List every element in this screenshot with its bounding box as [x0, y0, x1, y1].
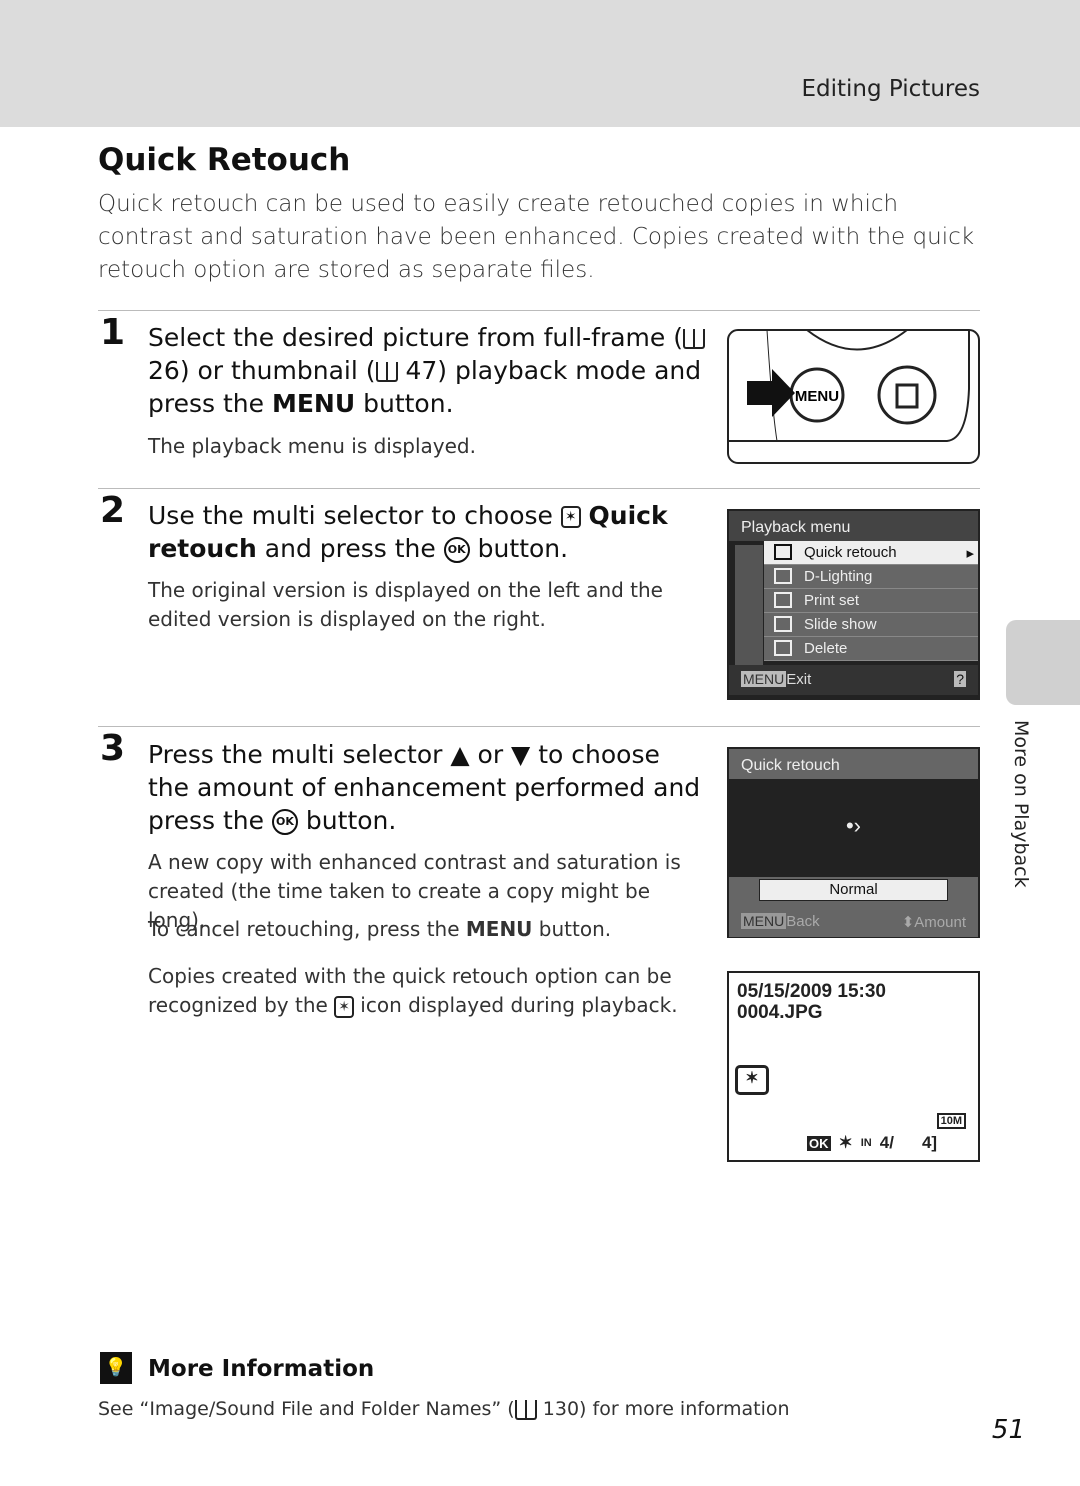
menu-item-d-lighting[interactable]: D-Lighting [764, 565, 978, 589]
menu-item-print-set[interactable]: Print set [764, 589, 978, 613]
file-name: 0004.JPG [737, 1002, 823, 1023]
quick-retouch-icon: ✶ [334, 995, 354, 1018]
d-lighting-icon [774, 568, 792, 584]
divider [98, 726, 980, 727]
camera-buttons-illustration: MENU [727, 329, 980, 464]
step-1-text: Select the desired picture from full-fra… [148, 321, 708, 420]
menu-key-icon: MENU [741, 671, 787, 687]
step-2-note: The original version is displayed on the… [148, 578, 663, 631]
quick-retouch-icon: ✶ [838, 1133, 853, 1152]
image-size-icon: 10M [936, 1113, 966, 1129]
step-number: 3 [100, 728, 126, 769]
book-icon [375, 362, 398, 382]
page-header: Editing Pictures [0, 0, 1080, 127]
menu-button-label: MENU [795, 388, 839, 405]
playback-screen: 05/15/2009 15:30 0004.JPG ✶ 10M OK ✶ IN 4/4] [727, 971, 980, 1162]
menu-glyph: MENU [271, 389, 356, 418]
side-tab-label: More on Playback [1010, 720, 1032, 888]
menu-item-delete[interactable]: Delete [764, 637, 978, 661]
menu-glyph: MENU [465, 917, 533, 941]
step-number: 2 [100, 490, 126, 531]
trash-icon [774, 640, 792, 656]
step-number: 1 [100, 312, 126, 353]
total-frames: 4] [921, 1133, 938, 1152]
section-title: Editing Pictures [801, 76, 981, 102]
quick-retouch-icon: ✶ [560, 506, 581, 528]
ok-button-icon: OK [443, 537, 470, 563]
quick-retouch-screen: Quick retouch •› Normal MENU Back ⬍Amount [727, 747, 980, 938]
ok-icon: OK [807, 1135, 831, 1151]
divider [98, 310, 980, 311]
intro-text: Quick retouch can be used to easily crea… [98, 191, 975, 283]
arrow-right-icon: ▸ [966, 545, 974, 562]
menu-title: Playback menu [729, 511, 978, 541]
book-icon [682, 329, 705, 349]
up-down-icon: ⬍ [901, 914, 915, 931]
print-icon [774, 592, 792, 608]
step-3-text: Press the multi selector ▲ or ▼ to choos… [148, 740, 701, 835]
more-info-text: See “Image/Sound File and Folder Names” … [98, 1398, 790, 1420]
step-2-text: Use the multi selector to choose ✶ Quick… [148, 501, 668, 563]
book-icon [514, 1399, 537, 1420]
slide-show-icon [774, 616, 792, 632]
step-3-copies-note: Copies created with the quick retouch op… [148, 964, 678, 1018]
lightbulb-icon: 💡 [100, 1352, 132, 1384]
screen-title: Quick retouch [729, 749, 978, 779]
quick-retouch-icon [774, 544, 792, 560]
menu-tabs [735, 545, 763, 665]
page-title: Quick Retouch [98, 142, 351, 178]
divider [98, 488, 980, 489]
step-1-note: The playback menu is displayed. [148, 434, 476, 458]
frame-counter: 4/ [879, 1133, 894, 1152]
side-tab[interactable] [1006, 620, 1080, 705]
memory-icon: IN [860, 1137, 872, 1149]
page-number: 51 [991, 1415, 1025, 1445]
help-icon: ? [954, 671, 966, 687]
menu-item-quick-retouch[interactable]: Quick retouch ▸ [764, 541, 978, 565]
ok-button-icon: OK [271, 809, 298, 835]
date-time: 05/15/2009 15:30 [737, 981, 886, 1002]
arrow-icon: •› [845, 813, 862, 838]
quick-retouch-icon: ✶ [735, 1065, 769, 1095]
amount-value: Normal [759, 879, 948, 901]
playback-menu-screen: Playback menu Quick retouch ▸ D-Lighting … [727, 509, 980, 700]
step-3-cancel-note: To cancel retouching, press the MENU but… [148, 917, 612, 941]
menu-item-slide-show[interactable]: Slide show [764, 613, 978, 637]
more-info-title: More Information [148, 1356, 375, 1382]
menu-key-icon: MENU [741, 913, 787, 929]
